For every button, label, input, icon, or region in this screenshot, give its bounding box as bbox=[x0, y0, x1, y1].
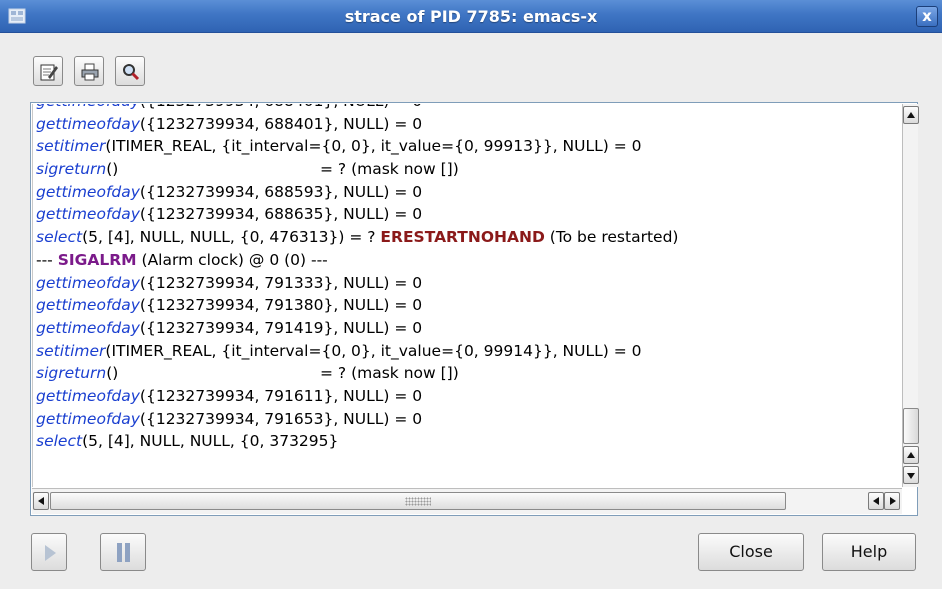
syscall-args: ({1232739934, 688635}, NULL) = 0 bbox=[139, 205, 423, 224]
syscall-args: ({1232739934, 688593}, NULL) = 0 bbox=[139, 182, 423, 201]
trace-output[interactable]: gettimeofday({1232739934, 688401}, NULL)… bbox=[32, 104, 902, 487]
syscall-args: (ITIMER_REAL, {it_interval={0, 0}, it_va… bbox=[105, 341, 642, 360]
syscall-name: gettimeofday bbox=[36, 296, 140, 315]
scroll-left-button[interactable] bbox=[33, 492, 49, 510]
trace-line: setitimer(ITIMER_REAL, {it_interval={0, … bbox=[36, 135, 678, 158]
window-close-icon[interactable]: x bbox=[916, 6, 938, 27]
syscall-args: ({1232739934, 791611}, NULL) = 0 bbox=[139, 386, 423, 405]
vertical-scroll-thumb[interactable] bbox=[903, 408, 919, 444]
syscall-args: ({1232739934, 688401}, NULL) = 0 bbox=[139, 114, 423, 133]
play-icon bbox=[45, 545, 56, 561]
trace-line: gettimeofday({1232739934, 688401}, NULL)… bbox=[36, 113, 678, 136]
pause-button[interactable] bbox=[100, 533, 146, 571]
trace-line: --- SIGALRM (Alarm clock) @ 0 (0) --- bbox=[36, 249, 678, 272]
trace-line: gettimeofday({1232739934, 688635}, NULL)… bbox=[36, 203, 678, 226]
syscall-args: ({1232739934, 791653}, NULL) = 0 bbox=[139, 409, 423, 428]
trace-line: gettimeofday({1232739934, 791653}, NULL)… bbox=[36, 408, 678, 431]
trace-line: select(5, [4], NULL, NULL, {0, 476313}) … bbox=[36, 226, 678, 249]
syscall-args: ({1232739934, 791333}, NULL) = 0 bbox=[139, 273, 423, 292]
horizontal-scrollbar[interactable] bbox=[32, 488, 902, 514]
signal-detail: (Alarm clock) @ 0 (0) --- bbox=[136, 250, 328, 269]
print-icon bbox=[81, 63, 99, 81]
trace-lines: gettimeofday({1232739934, 688401}, NULL)… bbox=[36, 104, 678, 453]
syscall-args: ({1232739934, 791380}, NULL) = 0 bbox=[139, 296, 423, 315]
syscall-args: (5, [4], NULL, NULL, {0, 476313}) = ? bbox=[82, 228, 381, 247]
arrow-up-icon bbox=[907, 452, 915, 458]
syscall-name: gettimeofday bbox=[36, 318, 140, 337]
syscall-args: () bbox=[106, 364, 119, 383]
trace-line: gettimeofday({1232739934, 688593}, NULL)… bbox=[36, 181, 678, 204]
title-bar[interactable]: strace of PID 7785: emacs-x x bbox=[0, 0, 942, 33]
syscall-name: gettimeofday bbox=[36, 104, 140, 110]
syscall-name: gettimeofday bbox=[36, 386, 140, 405]
scroll-right-button[interactable] bbox=[884, 492, 900, 510]
syscall-name: setitimer bbox=[36, 341, 106, 360]
trace-line: gettimeofday({1232739934, 791333}, NULL)… bbox=[36, 272, 678, 295]
scroll-up-button-lower[interactable] bbox=[903, 446, 919, 464]
syscall-args: (5, [4], NULL, NULL, {0, 373295} bbox=[82, 432, 339, 451]
syscall-name: gettimeofday bbox=[36, 205, 140, 224]
trace-line: gettimeofday({1232739934, 791380}, NULL)… bbox=[36, 294, 678, 317]
syscall-name: gettimeofday bbox=[36, 273, 140, 292]
print-button[interactable] bbox=[74, 56, 104, 86]
arrow-down-icon bbox=[907, 473, 915, 479]
syscall-name: setitimer bbox=[36, 137, 106, 156]
trace-line: sigreturn() = ? (mask now []) bbox=[36, 158, 678, 181]
scroll-left-button-right[interactable] bbox=[868, 492, 884, 510]
trace-line: gettimeofday({1232739934, 688401}, NULL)… bbox=[36, 104, 678, 113]
trace-line: gettimeofday({1232739934, 791419}, NULL)… bbox=[36, 317, 678, 340]
help-button[interactable]: Help bbox=[822, 533, 916, 571]
syscall-args: (ITIMER_REAL, {it_interval={0, 0}, it_va… bbox=[105, 137, 642, 156]
syscall-name: select bbox=[36, 228, 83, 247]
trace-line: sigreturn() = ? (mask now []) bbox=[36, 362, 678, 385]
arrow-up-icon bbox=[907, 112, 915, 118]
trace-line: setitimer(ITIMER_REAL, {it_interval={0, … bbox=[36, 340, 678, 363]
syscall-name: gettimeofday bbox=[36, 182, 140, 201]
syscall-args: () bbox=[106, 160, 119, 179]
signal-prefix: --- bbox=[36, 250, 58, 269]
edit-button[interactable] bbox=[33, 56, 63, 86]
play-button[interactable] bbox=[31, 533, 67, 571]
pause-icon bbox=[117, 543, 131, 562]
arrow-left-icon bbox=[873, 497, 879, 505]
window-title: strace of PID 7785: emacs-x bbox=[344, 7, 598, 26]
find-button[interactable] bbox=[115, 56, 145, 86]
signal-name: SIGALRM bbox=[57, 250, 137, 269]
syscall-name: sigreturn bbox=[36, 364, 107, 383]
close-button[interactable]: Close bbox=[698, 533, 804, 571]
grip-icon bbox=[405, 497, 431, 506]
trace-line: select(5, [4], NULL, NULL, {0, 373295} bbox=[36, 430, 678, 453]
syscall-args: ({1232739934, 688401}, NULL) = 0 bbox=[140, 104, 422, 110]
syscall-name: gettimeofday bbox=[36, 114, 140, 133]
syscall-name: sigreturn bbox=[36, 160, 107, 179]
syscall-name: gettimeofday bbox=[36, 409, 140, 428]
search-icon bbox=[123, 64, 140, 81]
syscall-result: = ? (mask now []) bbox=[320, 364, 459, 383]
scroll-up-button[interactable] bbox=[903, 106, 919, 124]
scroll-down-button[interactable] bbox=[903, 466, 919, 484]
syscall-name: select bbox=[36, 432, 83, 451]
horizontal-scroll-thumb[interactable] bbox=[50, 492, 786, 510]
error-detail: (To be restarted) bbox=[544, 228, 679, 247]
arrow-right-icon bbox=[890, 497, 896, 505]
trace-line: gettimeofday({1232739934, 791611}, NULL)… bbox=[36, 385, 678, 408]
error-code: ERESTARTNOHAND bbox=[380, 228, 545, 247]
edit-document-icon bbox=[40, 64, 58, 81]
arrow-left-icon bbox=[38, 497, 44, 505]
syscall-result: = ? (mask now []) bbox=[320, 160, 459, 179]
syscall-args: ({1232739934, 791419}, NULL) = 0 bbox=[139, 318, 423, 337]
vertical-scrollbar[interactable] bbox=[902, 104, 919, 487]
